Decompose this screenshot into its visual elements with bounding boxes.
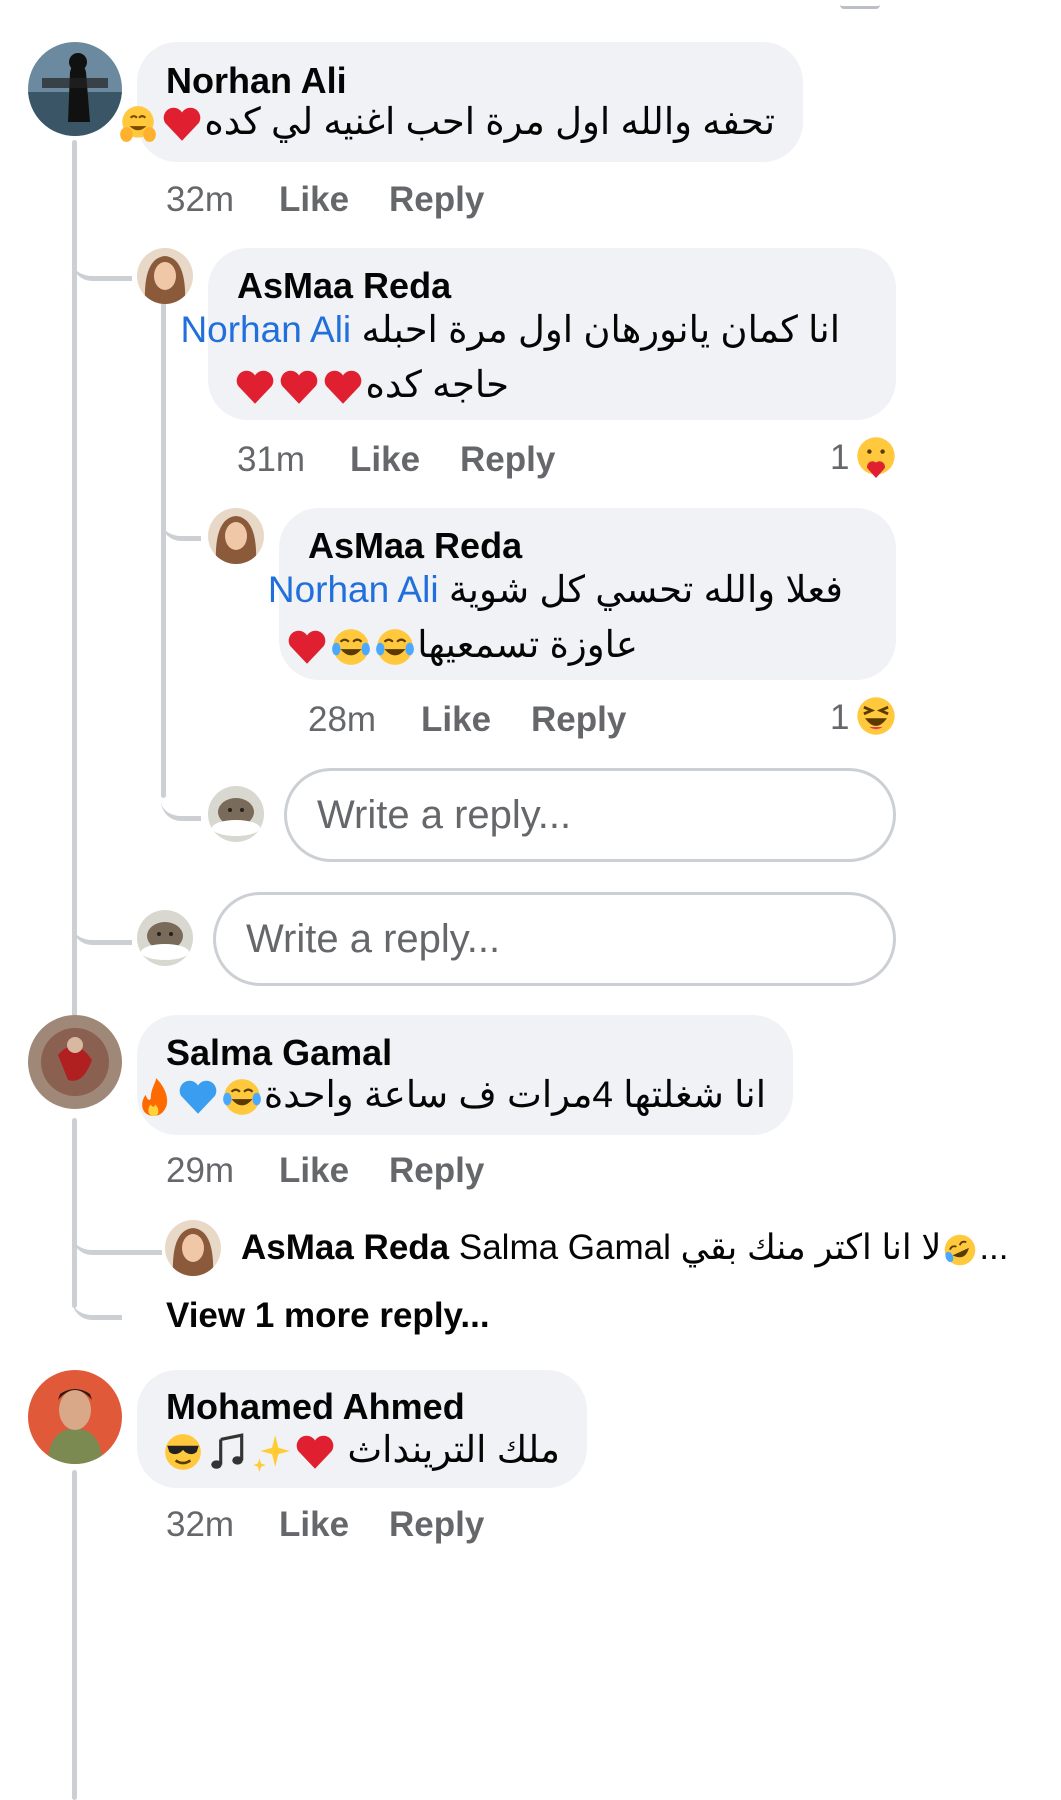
reply-text-line2: عاوزة تسمعيها <box>288 623 638 668</box>
like-button[interactable]: Like <box>279 1151 349 1191</box>
reply-input[interactable]: Write a reply... <box>213 892 896 986</box>
avatar[interactable] <box>28 1015 122 1109</box>
thread-line <box>72 1470 77 1800</box>
rolling-laughing-icon <box>942 1232 978 1268</box>
comment-text: انا شغلتها 4مرات ف ساعة واحدة <box>142 1073 766 1118</box>
fire-icon <box>133 1076 175 1118</box>
reply-text-line1: فعلا والله تحسي كل شوية Norhan Ali <box>267 569 843 610</box>
menu-icon[interactable] <box>840 0 880 9</box>
comment-author[interactable]: Salma Gamal <box>166 1032 392 1074</box>
avatar <box>137 910 193 966</box>
reply-text-line2: حاجه كده <box>237 363 509 408</box>
thread-elbow <box>72 240 132 281</box>
sunglasses-face-icon <box>162 1431 204 1473</box>
tears-of-joy-icon <box>330 626 372 668</box>
mention-link[interactable]: Norhan Ali <box>268 569 439 610</box>
avatar[interactable] <box>165 1220 221 1276</box>
comment-author[interactable]: Norhan Ali <box>166 60 347 102</box>
thread-elbow <box>72 1220 162 1255</box>
reply-button[interactable]: Reply <box>389 1505 484 1545</box>
blue-heart-icon <box>177 1076 219 1118</box>
red-heart-icon <box>286 626 328 668</box>
music-notes-icon <box>206 1431 248 1473</box>
red-heart-icon <box>234 366 276 408</box>
sparkles-icon <box>250 1431 292 1473</box>
thread-line <box>161 298 166 798</box>
comment-time: 32m <box>166 1505 235 1544</box>
reaction-count[interactable]: 1 <box>830 698 849 738</box>
like-button[interactable]: Like <box>279 1505 349 1545</box>
red-heart-icon <box>278 366 320 408</box>
reply-preview-text: لا انا اكتر منك بقي <box>680 1228 942 1267</box>
like-button[interactable]: Like <box>421 700 491 740</box>
avatar <box>208 786 264 842</box>
reply-preview[interactable]: AsMaa Reda Salma Gamal لا انا اكتر منك ب… <box>241 1228 1009 1268</box>
reply-time: 28m <box>308 700 377 739</box>
mention-link[interactable]: Salma Gamal <box>459 1228 671 1267</box>
comment-time: 32m <box>166 180 235 219</box>
comment-text: ملك الترينداث <box>165 1428 560 1473</box>
tears-of-joy-icon <box>221 1076 263 1118</box>
like-button[interactable]: Like <box>279 180 349 220</box>
avatar[interactable] <box>28 1370 122 1464</box>
truncation-ellipsis: ... <box>979 1228 1009 1267</box>
thread-elbow <box>161 500 201 541</box>
avatar[interactable] <box>137 248 193 304</box>
like-button[interactable]: Like <box>350 440 420 480</box>
comment-text: تحفه والله اول مرة احب اغنيه لي كده <box>120 100 775 145</box>
reply-author[interactable]: AsMaa Reda <box>241 1228 449 1267</box>
view-more-replies-link[interactable]: View 1 more reply... <box>166 1296 490 1336</box>
hugging-face-icon <box>117 103 159 145</box>
reply-button[interactable]: Reply <box>389 180 484 220</box>
comment-time: 29m <box>166 1151 235 1190</box>
avatar[interactable] <box>208 508 264 564</box>
reply-button[interactable]: Reply <box>389 1151 484 1191</box>
tears-of-joy-icon <box>374 626 416 668</box>
red-heart-icon <box>161 103 203 145</box>
reply-input[interactable]: Write a reply... <box>284 768 896 862</box>
reply-button[interactable]: Reply <box>460 440 555 480</box>
reply-button[interactable]: Reply <box>531 700 626 740</box>
thread-elbow <box>161 780 201 821</box>
laughing-squint-icon[interactable] <box>854 694 898 738</box>
red-heart-icon <box>294 1431 336 1473</box>
thread-elbow <box>72 1280 122 1320</box>
face-holding-heart-icon[interactable] <box>854 434 898 478</box>
reaction-count[interactable]: 1 <box>830 438 849 478</box>
reply-time: 31m <box>237 440 306 479</box>
reply-author[interactable]: AsMaa Reda <box>308 525 522 567</box>
mention-link[interactable]: Norhan Ali <box>180 309 351 350</box>
reply-text-line1: انا كمان يانورهان اول مرة احبله Norhan A… <box>180 309 840 350</box>
comment-author[interactable]: Mohamed Ahmed <box>166 1386 465 1428</box>
thread-elbow <box>72 900 132 945</box>
red-heart-icon <box>322 366 364 408</box>
reply-author[interactable]: AsMaa Reda <box>237 265 451 307</box>
avatar[interactable] <box>28 42 122 136</box>
